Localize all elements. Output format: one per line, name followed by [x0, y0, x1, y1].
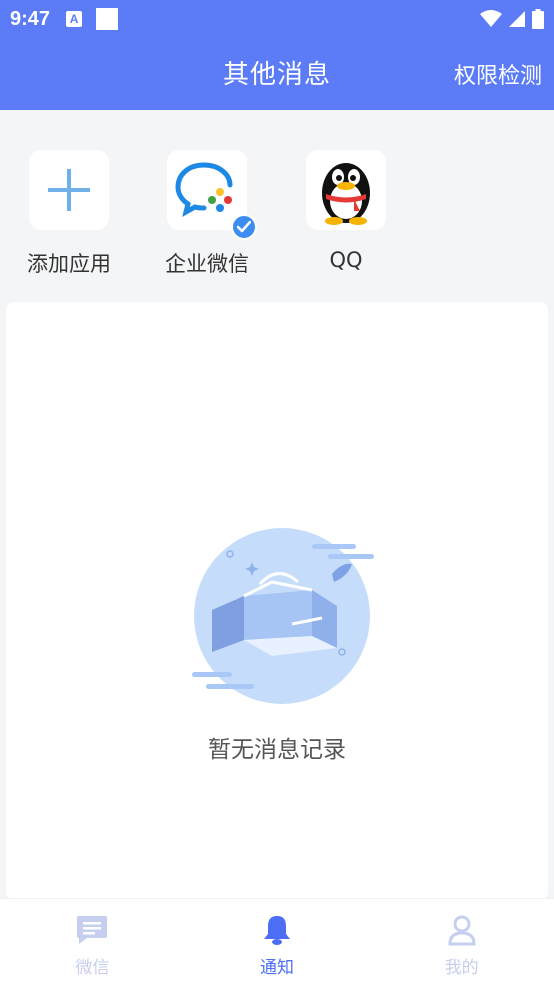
qq-penguin-icon [322, 163, 370, 225]
app-label: 企业微信 [165, 252, 249, 276]
signal-icon [509, 11, 525, 27]
notification-a-icon: A [66, 11, 83, 27]
message-list-card: 暂无消息记录 [6, 302, 548, 900]
tab-wechat[interactable]: 微信 [0, 899, 185, 986]
app-tile-wecom[interactable]: 企业微信 [152, 150, 262, 278]
chat-icon [77, 916, 108, 944]
bottom-tab-bar: 微信 通知 我的 [0, 898, 554, 986]
tab-label: 微信 [75, 958, 110, 978]
tab-mine[interactable]: 我的 [369, 899, 554, 986]
tab-label: 我的 [444, 958, 479, 978]
app-tile-box [29, 150, 109, 230]
bell-icon [264, 916, 290, 945]
user-icon [448, 915, 476, 946]
app-list: 添加应用 企业微信 QQ [0, 150, 554, 290]
battery-icon [532, 9, 544, 29]
wecom-icon [175, 162, 233, 217]
wifi-icon [480, 10, 502, 27]
status-time: 9:47 [10, 7, 51, 30]
tab-notifications[interactable]: 通知 [185, 899, 370, 986]
top-app-bar: 9:47 A 其他消息 权限检测 [0, 0, 554, 110]
app-label: QQ [329, 248, 363, 272]
empty-box-illustration [192, 528, 374, 704]
app-tile-add[interactable]: 添加应用 [14, 150, 124, 278]
tab-label: 通知 [260, 958, 294, 978]
status-bar: 9:47 A [0, 0, 554, 38]
plus-icon [48, 169, 90, 211]
selected-check-icon [231, 214, 257, 240]
app-tile-qq[interactable]: QQ [291, 150, 401, 272]
app-tile-box [306, 150, 386, 230]
app-label: 添加应用 [27, 252, 111, 276]
notification-square-icon [96, 8, 119, 30]
permission-check-button[interactable]: 权限检测 [454, 58, 542, 90]
empty-state-text: 暂无消息记录 [208, 737, 346, 763]
app-tile-box [167, 150, 257, 240]
